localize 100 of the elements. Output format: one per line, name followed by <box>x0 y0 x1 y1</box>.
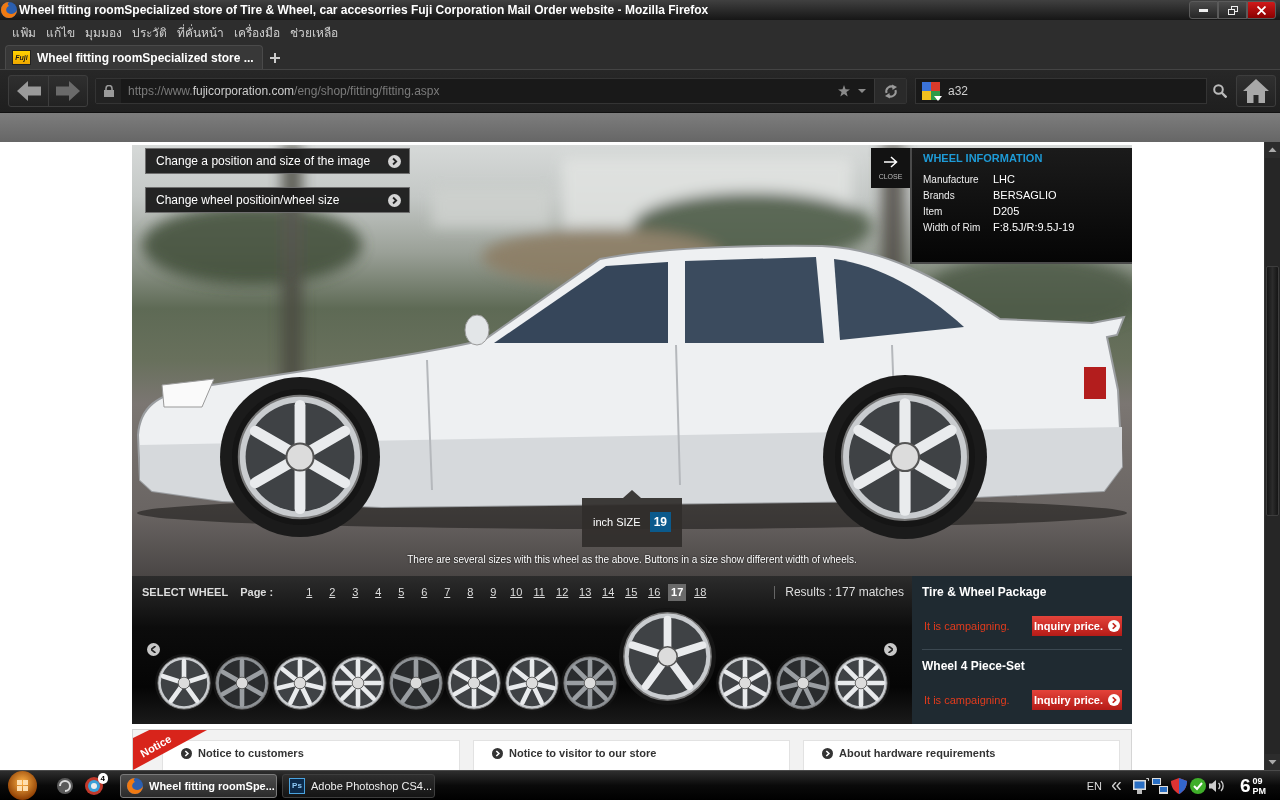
close-icon <box>1257 5 1266 15</box>
close-window-button[interactable] <box>1247 1 1276 19</box>
taskbar-button[interactable]: Ps Adobe Photoshop CS4... <box>282 773 435 798</box>
target-icon[interactable] <box>85 776 103 795</box>
menu-item[interactable]: แก้ไข <box>44 21 77 44</box>
page-label: Page : <box>240 586 274 598</box>
star-icon <box>838 85 850 97</box>
language-indicator[interactable]: EN <box>1086 779 1102 792</box>
page-link[interactable]: 2 <box>323 583 342 601</box>
network-icon[interactable] <box>1151 777 1168 794</box>
previous-button[interactable] <box>147 643 160 656</box>
clock-hour[interactable]: 6 <box>1239 776 1251 795</box>
page-link[interactable]: 3 <box>346 583 365 601</box>
monitor-icon[interactable] <box>1132 777 1149 794</box>
wheel-image[interactable] <box>328 654 387 712</box>
chevron-left-icon <box>151 646 156 653</box>
page-link[interactable]: 8 <box>461 583 480 601</box>
clock-period[interactable]: PM <box>1252 785 1266 796</box>
info-value: F:8.5J/R:9.5J-19 <box>993 221 1076 233</box>
swirl-icon[interactable] <box>57 777 73 794</box>
panel-title: WHEEL INFORMATION <box>923 152 1044 164</box>
minimize-icon <box>1199 8 1208 12</box>
color-tiles-icon[interactable] <box>922 81 942 101</box>
count-badge: 4 <box>97 772 108 784</box>
notice-link[interactable]: Notice to visitor to our store <box>509 747 657 759</box>
scroll-up-icon[interactable] <box>1265 142 1280 158</box>
page-link[interactable]: 16 <box>645 583 664 601</box>
page-link[interactable]: 1 <box>300 583 319 601</box>
arrow-left-icon <box>16 81 41 101</box>
reload-button[interactable] <box>874 79 906 103</box>
search-button[interactable] <box>1213 84 1227 98</box>
wheel-image[interactable] <box>715 654 774 712</box>
page-link[interactable]: 12 <box>553 583 572 601</box>
wheel-image[interactable] <box>831 654 890 712</box>
home-icon <box>1243 79 1269 103</box>
page-link[interactable]: 4 <box>369 583 388 601</box>
wheel-image[interactable] <box>270 654 329 712</box>
wheel-image[interactable] <box>502 654 561 712</box>
arrow-right-icon <box>883 156 898 168</box>
menu-item[interactable]: ช่วยเหลือ <box>288 21 340 44</box>
info-label: Width of Rim <box>923 221 982 233</box>
page-link[interactable]: 18 <box>691 583 710 601</box>
size-button[interactable]: 19 <box>649 511 671 532</box>
wheel-image[interactable] <box>773 654 832 712</box>
campaign-status: It is campaigning. <box>923 620 1010 632</box>
check-circle-icon[interactable] <box>1189 777 1206 794</box>
menu-item[interactable]: ที่คั่นหน้า <box>175 21 226 44</box>
wheel-image[interactable] <box>560 654 619 712</box>
home-button[interactable] <box>1236 75 1276 107</box>
info-label: Item <box>923 205 944 217</box>
address-field[interactable]: https://www.fujicorporation.com/eng/shop/fitting/fitting.aspx <box>95 78 907 104</box>
menu-item[interactable]: ประวัติ <box>130 21 169 44</box>
wheel-image[interactable] <box>154 654 213 712</box>
scroll-down-icon[interactable] <box>1265 754 1280 770</box>
taskbar-button[interactable]: Wheel fitting roomSpe... <box>120 773 277 798</box>
search-field[interactable]: a32 <box>915 78 1207 104</box>
reload-icon <box>883 83 898 99</box>
page-link[interactable]: 10 <box>507 583 526 601</box>
start-button[interactable] <box>6 771 38 800</box>
double-chevron-icon[interactable] <box>1111 781 1121 790</box>
info-value: D205 <box>993 205 1021 217</box>
app-logo: Ps <box>289 777 305 794</box>
circle-arrow-icon <box>822 747 833 759</box>
page-link[interactable]: 5 <box>392 583 411 601</box>
page-link[interactable]: 11 <box>530 583 549 601</box>
page-link[interactable]: 9 <box>484 583 503 601</box>
page-link[interactable]: 13 <box>576 583 595 601</box>
inquiry-button[interactable]: Inquiry price. <box>1032 690 1122 710</box>
chevron-right-icon <box>888 646 893 653</box>
wheel-image[interactable] <box>212 654 271 712</box>
inquiry-button[interactable]: Inquiry price. <box>1032 616 1122 636</box>
speaker-icon[interactable] <box>1208 778 1225 793</box>
orb-icon <box>7 771 37 800</box>
shield-icon[interactable] <box>1170 777 1187 794</box>
page-link[interactable]: 14 <box>599 583 618 601</box>
menu-item[interactable]: แฟ้ม <box>10 21 38 44</box>
minimize-button[interactable] <box>1189 1 1218 19</box>
page-link[interactable]: 7 <box>438 583 457 601</box>
info-value: BERSAGLIO <box>993 189 1058 201</box>
package-title: Wheel 4 Piece-Set <box>922 659 1026 673</box>
caption-text: There are several sizes with this wheel as the above. Buttons in a size show different width of wheels. <box>407 554 857 565</box>
wheel-image[interactable] <box>386 654 445 712</box>
campaign-status: It is campaigning. <box>923 694 1010 706</box>
wheel-image[interactable] <box>444 654 503 712</box>
next-button[interactable] <box>884 643 897 656</box>
page-link[interactable]: 6 <box>415 583 434 601</box>
page-link[interactable]: 15 <box>622 583 641 601</box>
results-count: Results : 177 matches <box>785 585 904 599</box>
size-label: inch SIZE <box>592 515 641 528</box>
page-link[interactable]: 17 <box>668 583 687 601</box>
image-option-button[interactable]: Change wheel positioin/wheel size <box>145 187 410 213</box>
arrow-right-icon <box>56 81 80 101</box>
restore-button[interactable] <box>1218 1 1247 19</box>
scrollbar-thumb[interactable] <box>1266 266 1279 516</box>
image-option-button[interactable]: Change a position and size of the image <box>145 148 410 174</box>
menu-item[interactable]: มุมมอง <box>83 21 124 44</box>
clock-minute[interactable]: 09 <box>1252 775 1266 786</box>
circle-arrow-icon <box>492 747 503 759</box>
notice-link[interactable]: About hardware requirements <box>839 747 996 759</box>
menu-item[interactable]: เครื่องมือ <box>232 21 282 44</box>
